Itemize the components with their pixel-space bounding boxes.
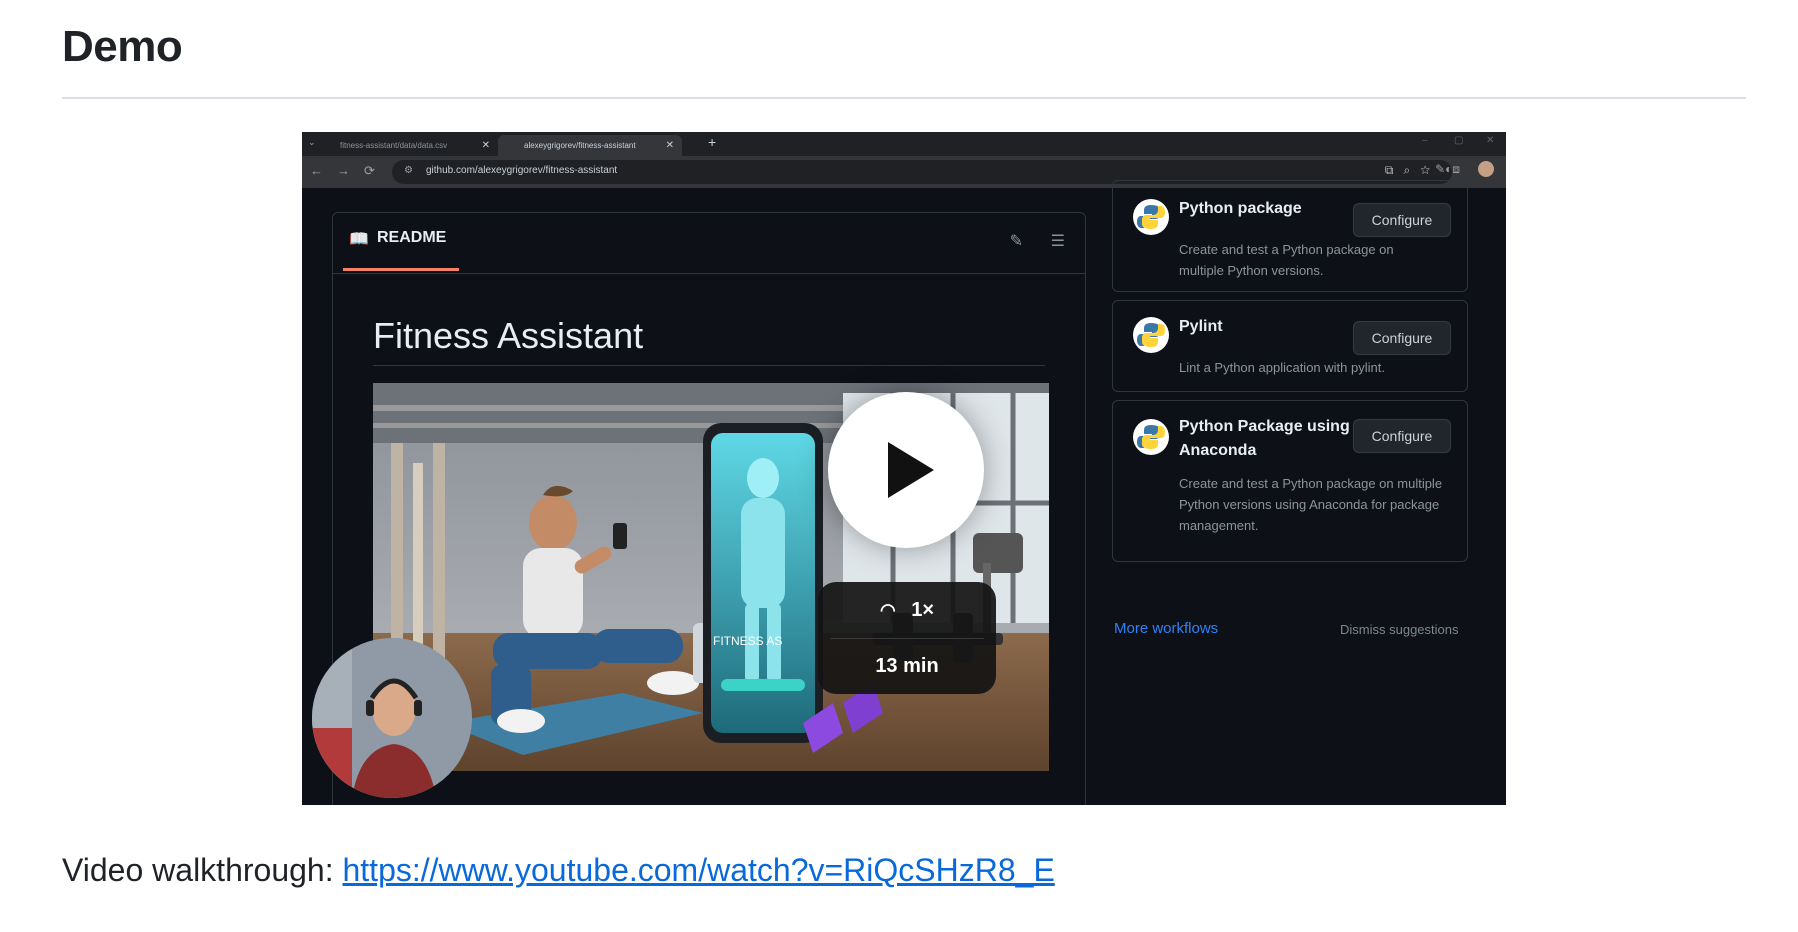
playback-speed: ◠ 1× [818, 582, 996, 638]
workflow-title: Python Package using [1179, 418, 1350, 435]
speedometer-icon: ◠ [879, 600, 896, 620]
close-icon: ✕ [481, 140, 490, 151]
play-button[interactable] [828, 392, 984, 548]
readme-title: Fitness Assistant [373, 315, 644, 356]
url-text: github.com/alexeygrigorev/fitness-assist… [426, 165, 618, 176]
dismiss-suggestions-link[interactable]: Dismiss suggestions [1340, 622, 1459, 637]
section-heading: Demo [62, 22, 183, 71]
more-workflows-link[interactable]: More workflows [1114, 620, 1218, 637]
title-divider [373, 365, 1045, 366]
site-settings-icon: ⚙ [404, 165, 413, 176]
playback-info: ◠ 1× 13 min [818, 582, 996, 694]
maximize-icon: ▢ [1454, 135, 1464, 146]
workflow-card: Pylint Lint a Python application with py… [1112, 300, 1468, 392]
close-icon: ✕ [1486, 135, 1495, 146]
browser-tab-bar: ⌄ fitness-assistant/data/data.csv ✕ alex… [302, 132, 1506, 156]
workflow-title: Pylint [1179, 318, 1223, 335]
workflow-description: Create and test a Python package on mult… [1179, 242, 1394, 278]
python-logo-icon [1133, 419, 1169, 455]
browser-tab: fitness-assistant/data/data.csv ✕ [314, 135, 498, 156]
workflow-description: Create and test a Python package on mult… [1179, 476, 1443, 533]
video-thumbnail[interactable]: ⌄ fitness-assistant/data/data.csv ✕ alex… [302, 132, 1506, 805]
walkthrough-line: Video walkthrough: https://www.youtube.c… [62, 852, 1055, 889]
configure-button[interactable]: Configure [1353, 419, 1451, 453]
workflow-title: Python package [1179, 200, 1302, 217]
workflow-card: Python Package using Anaconda Create and… [1112, 400, 1468, 562]
workflow-title-line2: Anaconda [1179, 442, 1257, 459]
configure-button[interactable]: Configure [1353, 321, 1451, 355]
phone-caption: FITNESS AS [713, 634, 782, 648]
workflow-description: Lint a Python application with pylint. [1179, 360, 1385, 375]
pencil-icon: ✎ [1009, 233, 1023, 250]
play-icon [888, 442, 934, 498]
presenter-image [312, 638, 472, 798]
speed-value: 1× [911, 599, 935, 621]
address-actions-icon: ⧉⌕☆ [1384, 163, 1440, 177]
configure-button[interactable]: Configure [1353, 203, 1451, 237]
walkthrough-label: Video walkthrough: [62, 852, 343, 888]
webcam-overlay [312, 638, 472, 798]
minimize-icon: – [1422, 135, 1428, 146]
book-icon: 📖 [349, 231, 369, 248]
python-logo-icon [1133, 317, 1169, 353]
nav-arrows-icon: ←→⟳ [310, 163, 389, 178]
heading-divider [62, 97, 1746, 99]
workflow-card: Python package Create and test a Python … [1112, 180, 1468, 292]
tab-title: fitness-assistant/data/data.csv [340, 141, 448, 150]
extensions-icon: ✎◐⧈ [1435, 162, 1460, 176]
tab-title: alexeygrigorev/fitness-assistant [524, 141, 636, 150]
readme-tab-underline [343, 268, 459, 271]
plus-icon: + [708, 134, 717, 150]
readme-divider [333, 273, 1085, 274]
youtube-link[interactable]: https://www.youtube.com/watch?v=RiQcSHzR… [342, 852, 1054, 888]
list-icon: ☰ [1050, 233, 1065, 250]
avatar [1478, 161, 1494, 177]
close-icon: ✕ [665, 140, 674, 151]
readme-tab-label: README [377, 229, 447, 246]
browser-tab-active: alexeygrigorev/fitness-assistant ✕ [498, 135, 682, 156]
python-logo-icon [1133, 199, 1169, 235]
video-duration: 13 min [875, 655, 939, 677]
